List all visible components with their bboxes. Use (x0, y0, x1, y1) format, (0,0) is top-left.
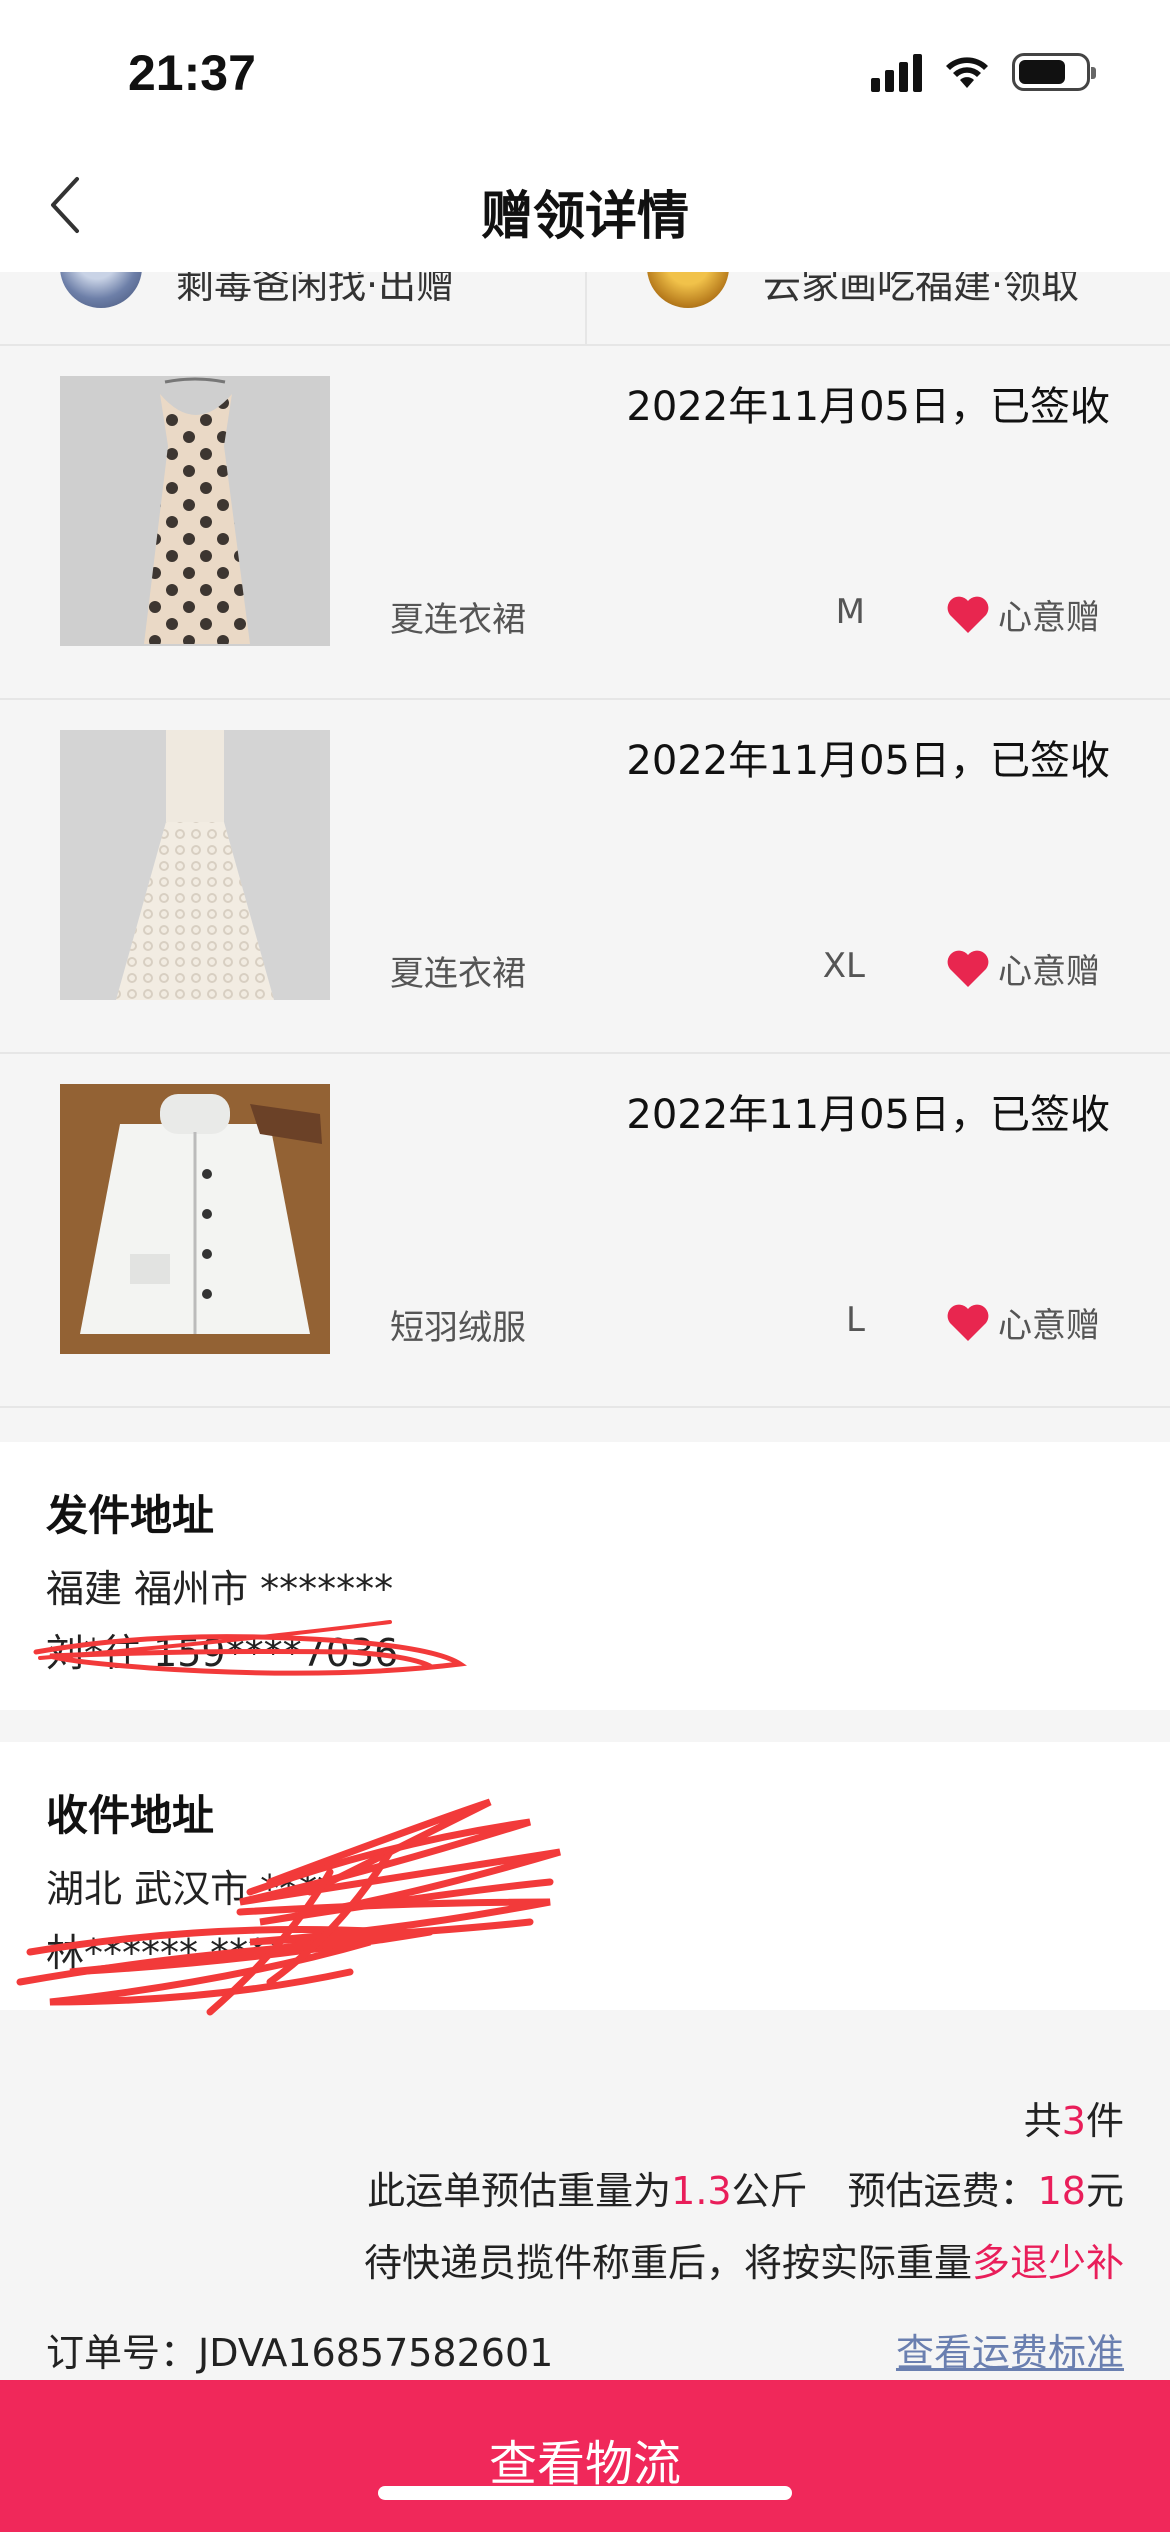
gift-tag: 心意赠 (946, 944, 1100, 993)
giver-avatar (60, 272, 142, 308)
list-item[interactable]: 2022年11月05日，已签收 夏连衣裙 M 心意赠 (0, 346, 1170, 700)
item-count: 共3件 (1023, 2099, 1124, 2143)
fee-standard-link[interactable]: 查看运费标准 (896, 2322, 1124, 2377)
page-title: 赠领详情 (480, 187, 689, 247)
status-time: 21:37 (128, 45, 256, 101)
receiver-address-title: 收件地址 (46, 1791, 215, 1840)
lace-dress-photo (60, 730, 330, 1000)
sender-address-title: 发件地址 (46, 1491, 215, 1540)
item-name: 夏连衣裙 (390, 954, 526, 994)
receiver-card[interactable]: 云家画吃福建·领取 (585, 272, 1170, 344)
item-name: 短羽绒服 (390, 1308, 526, 1348)
item-date: 2022年11月05日，已签收 (626, 1092, 1110, 1138)
gift-tag: 心意赠 (946, 590, 1100, 639)
order-number-value: JDVA16857582601 (198, 2331, 554, 2375)
item-date: 2022年11月05日，已签收 (626, 738, 1110, 784)
receiver-region: 湖北 武汉市 **** (46, 1867, 337, 1911)
receiver-avatar (647, 272, 729, 308)
polka-dot-dress-photo (60, 376, 330, 646)
giver-label: 剩毒爸闲找·出赠 (176, 272, 455, 307)
gift-tag-label: 心意赠 (998, 598, 1100, 638)
white-puffer-jacket-photo (60, 1084, 330, 1354)
list-item[interactable]: 2022年11月05日，已签收 夏连衣裙 XL 心意赠 (0, 700, 1170, 1054)
wifi-icon (946, 57, 988, 88)
item-name: 夏连衣裙 (390, 600, 526, 640)
item-size: M (835, 592, 865, 632)
gift-tag-label: 心意赠 (998, 952, 1100, 992)
receiver-address-card: 收件地址 湖北 武汉市 **** 林****** **** (0, 1742, 1170, 2016)
item-date: 2022年11月05日，已签收 (626, 384, 1110, 430)
item-list: 2022年11月05日，已签收 夏连衣裙 M 心意赠 2022年11月05日，已… (0, 346, 1170, 1408)
fee-value: 18 (1037, 2169, 1086, 2213)
order-number: 订单号：JDVA16857582601 (46, 2331, 554, 2375)
sender-address-card: 发件地址 福建 福州市 ******* 刘*往 159****7036 (0, 1442, 1170, 1710)
item-count-value: 3 (1061, 2099, 1086, 2143)
battery-icon (1012, 53, 1096, 91)
giver-card[interactable]: 剩毒爸闲找·出赠 (0, 272, 585, 344)
home-indicator (378, 2486, 792, 2500)
heart-icon (947, 950, 989, 987)
status-icons (871, 52, 1096, 92)
gift-tag: 心意赠 (946, 1298, 1100, 1347)
receiver-contact: 林****** **** (46, 1931, 287, 1975)
heart-icon (947, 596, 989, 633)
sender-contact: 刘*往 159****7036 (46, 1631, 399, 1675)
refund-note: 多退少补 (971, 2241, 1124, 2285)
heart-icon (947, 1304, 989, 1341)
weight-value: 1.3 (671, 2169, 732, 2213)
item-size: XL (822, 946, 865, 986)
cellular-signal-icon (871, 52, 922, 92)
receiver-label: 云家画吃福建·领取 (763, 272, 1080, 307)
user-strip: 剩毒爸闲找·出赠 云家画吃福建·领取 (0, 272, 1170, 346)
weight-fee-line: 此运单预估重量为1.3公斤 预估运费：18元 (367, 2169, 1124, 2213)
item-size: L (846, 1300, 865, 1340)
weight-note-line: 待快递员揽件称重后，将按实际重量多退少补 (363, 2241, 1124, 2285)
view-logistics-button[interactable]: 查看物流 (0, 2380, 1170, 2532)
list-item[interactable]: 2022年11月05日，已签收 短羽绒服 L 心意赠 (0, 1054, 1170, 1408)
nav-bar: 赠领详情 (0, 140, 1170, 272)
gift-tag-label: 心意赠 (998, 1306, 1100, 1346)
sender-region: 福建 福州市 ******* (46, 1567, 394, 1611)
status-bar: 21:37 (0, 0, 1170, 140)
